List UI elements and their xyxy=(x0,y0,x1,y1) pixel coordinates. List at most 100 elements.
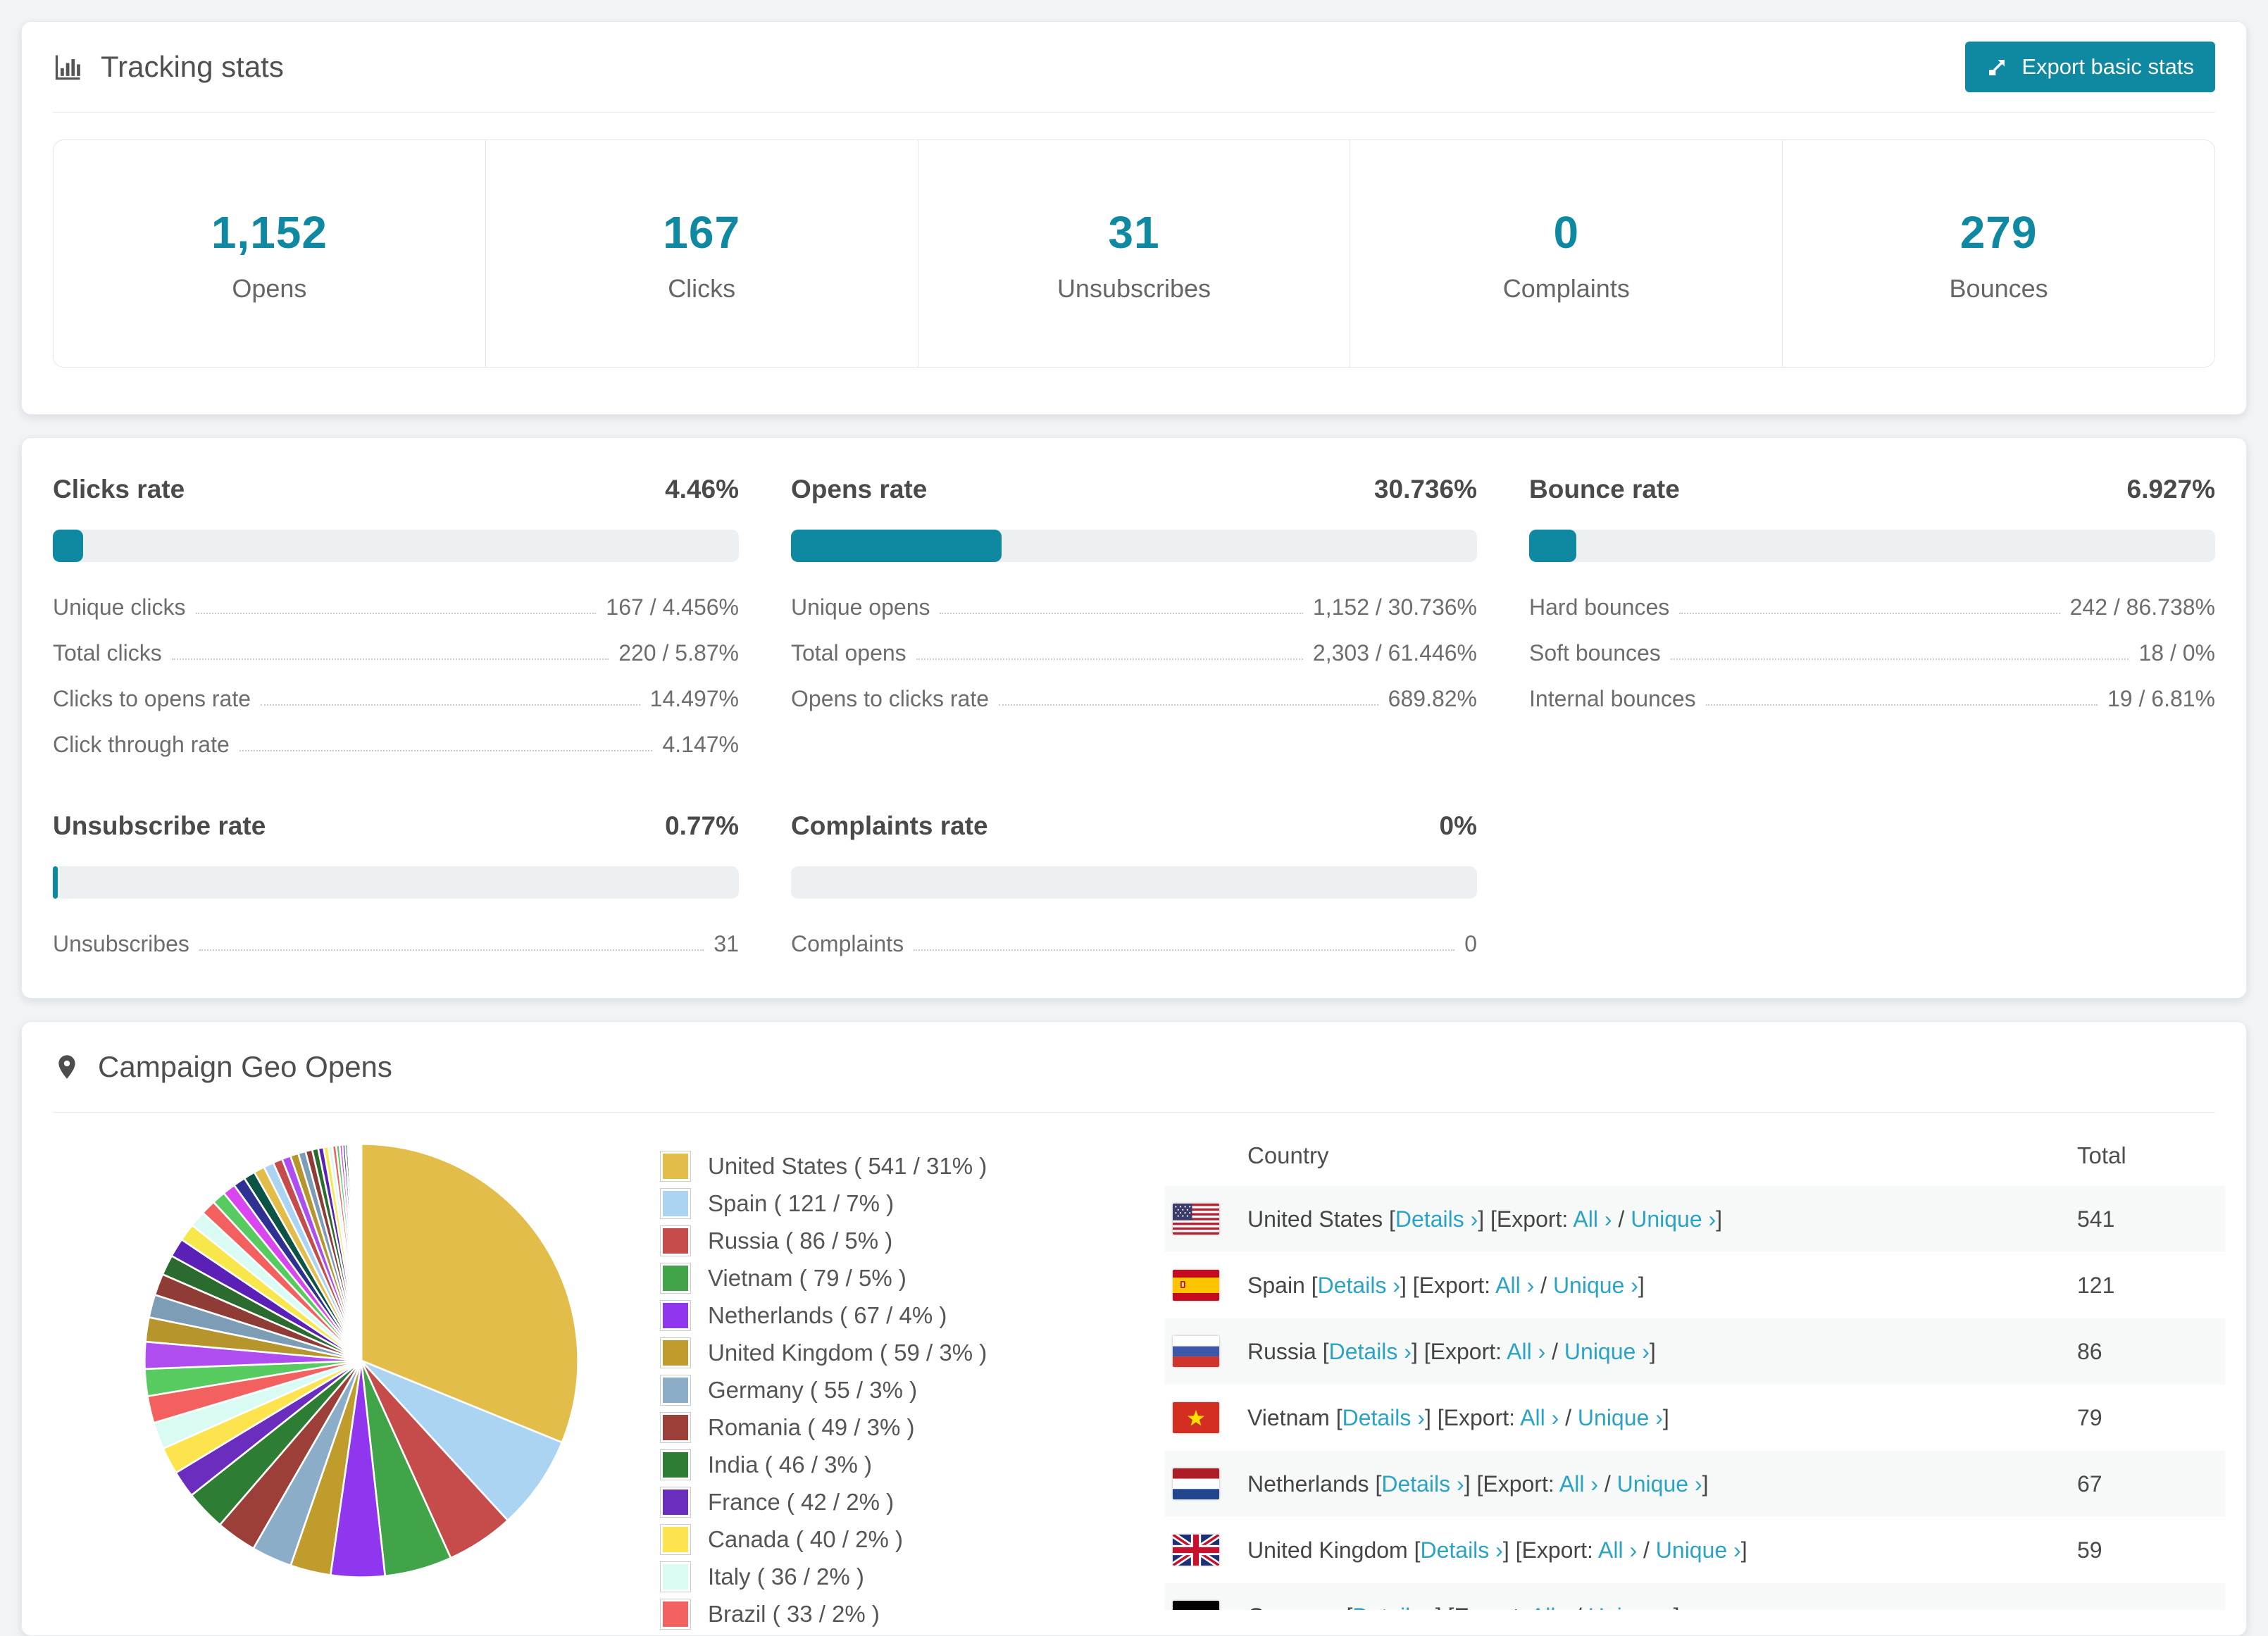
rate-section-bounce-rate: Bounce rate 6.927% Hard bounces 242 / 86.73… xyxy=(1529,475,2215,758)
export-unique-link[interactable]: Unique › xyxy=(1553,1273,1638,1298)
rate-detail-rows: Unique clicks 167 / 4.456% Total clicks 220… xyxy=(53,594,739,758)
dotted-leader xyxy=(1670,658,2129,660)
dotted-leader xyxy=(940,613,1303,614)
rate-section-unsubscribe-rate: Unsubscribe rate 0.77% Unsubscribes 31 xyxy=(53,811,739,957)
rate-detail-row: Unique clicks 167 / 4.456% xyxy=(53,594,739,620)
total-value: 541 xyxy=(2077,1206,2115,1232)
total-value: 67 xyxy=(2077,1470,2102,1497)
stat-card-clicks: 167 Clicks xyxy=(485,140,918,367)
export-unique-link[interactable]: Unique › xyxy=(1656,1537,1741,1563)
rate-detail-rows: Complaints 0 xyxy=(791,931,1477,957)
details-link[interactable]: Details › xyxy=(1381,1471,1464,1497)
export-all-link[interactable]: All › xyxy=(1531,1604,1569,1611)
rate-detail-value: 1,152 / 30.736% xyxy=(1312,594,1477,620)
stat-card-opens: 1,152 Opens xyxy=(54,140,485,367)
export-unique-link[interactable]: Unique › xyxy=(1578,1405,1663,1430)
stat-label: Bounces xyxy=(1949,274,2048,303)
stat-label: Clicks xyxy=(668,274,736,303)
tracking-stats-title: Tracking stats xyxy=(53,50,284,84)
total-value: 86 xyxy=(2077,1338,2102,1364)
details-link[interactable]: Details › xyxy=(1352,1604,1435,1611)
dotted-leader xyxy=(916,658,1303,660)
progress-bar-track xyxy=(53,530,739,562)
rate-header: Unsubscribe rate 0.77% xyxy=(53,811,739,841)
dotted-leader xyxy=(171,658,609,660)
table-row-spain: Spain [Details ›] [Export: All › / Uniqu… xyxy=(1164,1252,2225,1318)
rate-detail-value: 19 / 6.81% xyxy=(2107,686,2215,711)
table-row-vietnam: Vietnam [Details ›] [Export: All › / Uni… xyxy=(1164,1385,2225,1451)
country-name: Germany xyxy=(1247,1604,1340,1611)
export-basic-stats-button[interactable]: Export basic stats xyxy=(1965,42,2215,92)
rate-detail-row: Total opens 2,303 / 61.446% xyxy=(791,640,1477,666)
rate-header: Opens rate 30.736% xyxy=(791,475,1477,504)
progress-bar-track xyxy=(791,866,1477,899)
country-cell: Vietnam [Details ›] [Export: All › / Uni… xyxy=(1247,1404,1669,1430)
details-link[interactable]: Details › xyxy=(1342,1405,1425,1430)
legend-swatch xyxy=(660,1524,691,1555)
legend-swatch xyxy=(660,1151,691,1182)
legend-item-india: India ( 46 / 3% ) xyxy=(660,1449,1073,1480)
legend-swatch xyxy=(660,1263,691,1294)
stat-label: Unsubscribes xyxy=(1057,274,1211,303)
legend-label: Romania ( 49 / 3% ) xyxy=(708,1414,915,1440)
legend-label: Spain ( 121 / 7% ) xyxy=(708,1190,895,1216)
legend-swatch xyxy=(660,1375,691,1406)
rate-detail-label: Soft bounces xyxy=(1529,640,1661,666)
total-value: 79 xyxy=(2077,1404,2102,1430)
rates-grid: Clicks rate 4.46% Unique clicks 167 / 4.456… xyxy=(53,475,2215,957)
rate-detail-label: Hard bounces xyxy=(1529,594,1670,620)
rate-value: 6.927% xyxy=(2126,475,2216,504)
geo-opens-header: Campaign Geo Opens xyxy=(22,1022,2246,1112)
rate-header: Clicks rate 4.46% xyxy=(53,475,739,504)
export-all-link[interactable]: All › xyxy=(1495,1273,1534,1298)
export-unique-link[interactable]: Unique › xyxy=(1564,1339,1650,1364)
rate-detail-label: Opens to clicks rate xyxy=(791,686,989,711)
rate-detail-row: Unique opens 1,152 / 30.736% xyxy=(791,594,1477,620)
rate-detail-value: 18 / 0% xyxy=(2138,640,2215,666)
total-cell: 79 xyxy=(2077,1405,2204,1431)
country-name: Vietnam xyxy=(1247,1404,1330,1430)
geo-table-header: Country Total xyxy=(1164,1125,2225,1186)
export-unique-link[interactable]: Unique › xyxy=(1631,1206,1716,1232)
export-all-link[interactable]: All › xyxy=(1598,1537,1637,1563)
dotted-leader xyxy=(999,704,1378,706)
rate-detail-label: Unique clicks xyxy=(53,594,186,620)
rate-detail-row: Opens to clicks rate 689.82% xyxy=(791,686,1477,712)
country-cell: United States [Details ›] [Export: All ›… xyxy=(1247,1206,1723,1232)
page: Tracking stats Export basic stats 1,152 O… xyxy=(0,0,2268,1636)
rate-header: Bounce rate 6.927% xyxy=(1529,475,2215,504)
export-all-link[interactable]: All › xyxy=(1559,1471,1598,1497)
rate-title: Bounce rate xyxy=(1529,475,1680,504)
export-unique-link[interactable]: Unique › xyxy=(1617,1471,1702,1497)
country-name: United Kingdom xyxy=(1247,1537,1408,1563)
geo-opens-content: United States ( 541 / 31% ) Spain ( 121 /… xyxy=(22,1113,2246,1635)
export-all-link[interactable]: All › xyxy=(1573,1206,1612,1232)
details-link[interactable]: Details › xyxy=(1420,1537,1502,1563)
legend-label: United Kingdom ( 59 / 3% ) xyxy=(708,1340,987,1366)
details-link[interactable]: Details › xyxy=(1329,1339,1412,1364)
total-cell: 86 xyxy=(2077,1339,2204,1365)
geo-table: Country Total United States [Details ›] … xyxy=(1164,1125,2225,1610)
details-link[interactable]: Details › xyxy=(1318,1273,1400,1298)
details-link[interactable]: Details › xyxy=(1395,1206,1478,1232)
rate-title: Unsubscribe rate xyxy=(53,811,266,840)
nl-flag xyxy=(1173,1468,1219,1499)
export-unique-link[interactable]: Unique › xyxy=(1588,1604,1674,1611)
rate-detail-value: 2,303 / 61.446% xyxy=(1312,640,1477,666)
progress-bar-track xyxy=(791,530,1477,562)
table-row-united-kingdom: United Kingdom [Details ›] [Export: All … xyxy=(1164,1517,2225,1583)
legend-item-united-states: United States ( 541 / 31% ) xyxy=(660,1151,1073,1182)
rate-section-opens-rate: Opens rate 30.736% Unique opens 1,152 / 30.… xyxy=(791,475,1477,758)
total-cell: 59 xyxy=(2077,1537,2204,1563)
rate-detail-rows: Hard bounces 242 / 86.738% Soft bounces 18 … xyxy=(1529,594,2215,712)
geo-pie-chart xyxy=(136,1135,587,1586)
export-all-link[interactable]: All › xyxy=(1520,1405,1559,1430)
rate-detail-row: Unsubscribes 31 xyxy=(53,931,739,957)
export-all-link[interactable]: All › xyxy=(1507,1339,1545,1364)
rate-detail-label: Complaints xyxy=(791,931,904,956)
rate-detail-label: Click through rate xyxy=(53,732,230,757)
stat-value: 167 xyxy=(663,207,741,258)
rate-detail-value: 31 xyxy=(714,931,739,956)
stat-label: Complaints xyxy=(1502,274,1630,303)
rate-detail-row: Complaints 0 xyxy=(791,931,1477,957)
